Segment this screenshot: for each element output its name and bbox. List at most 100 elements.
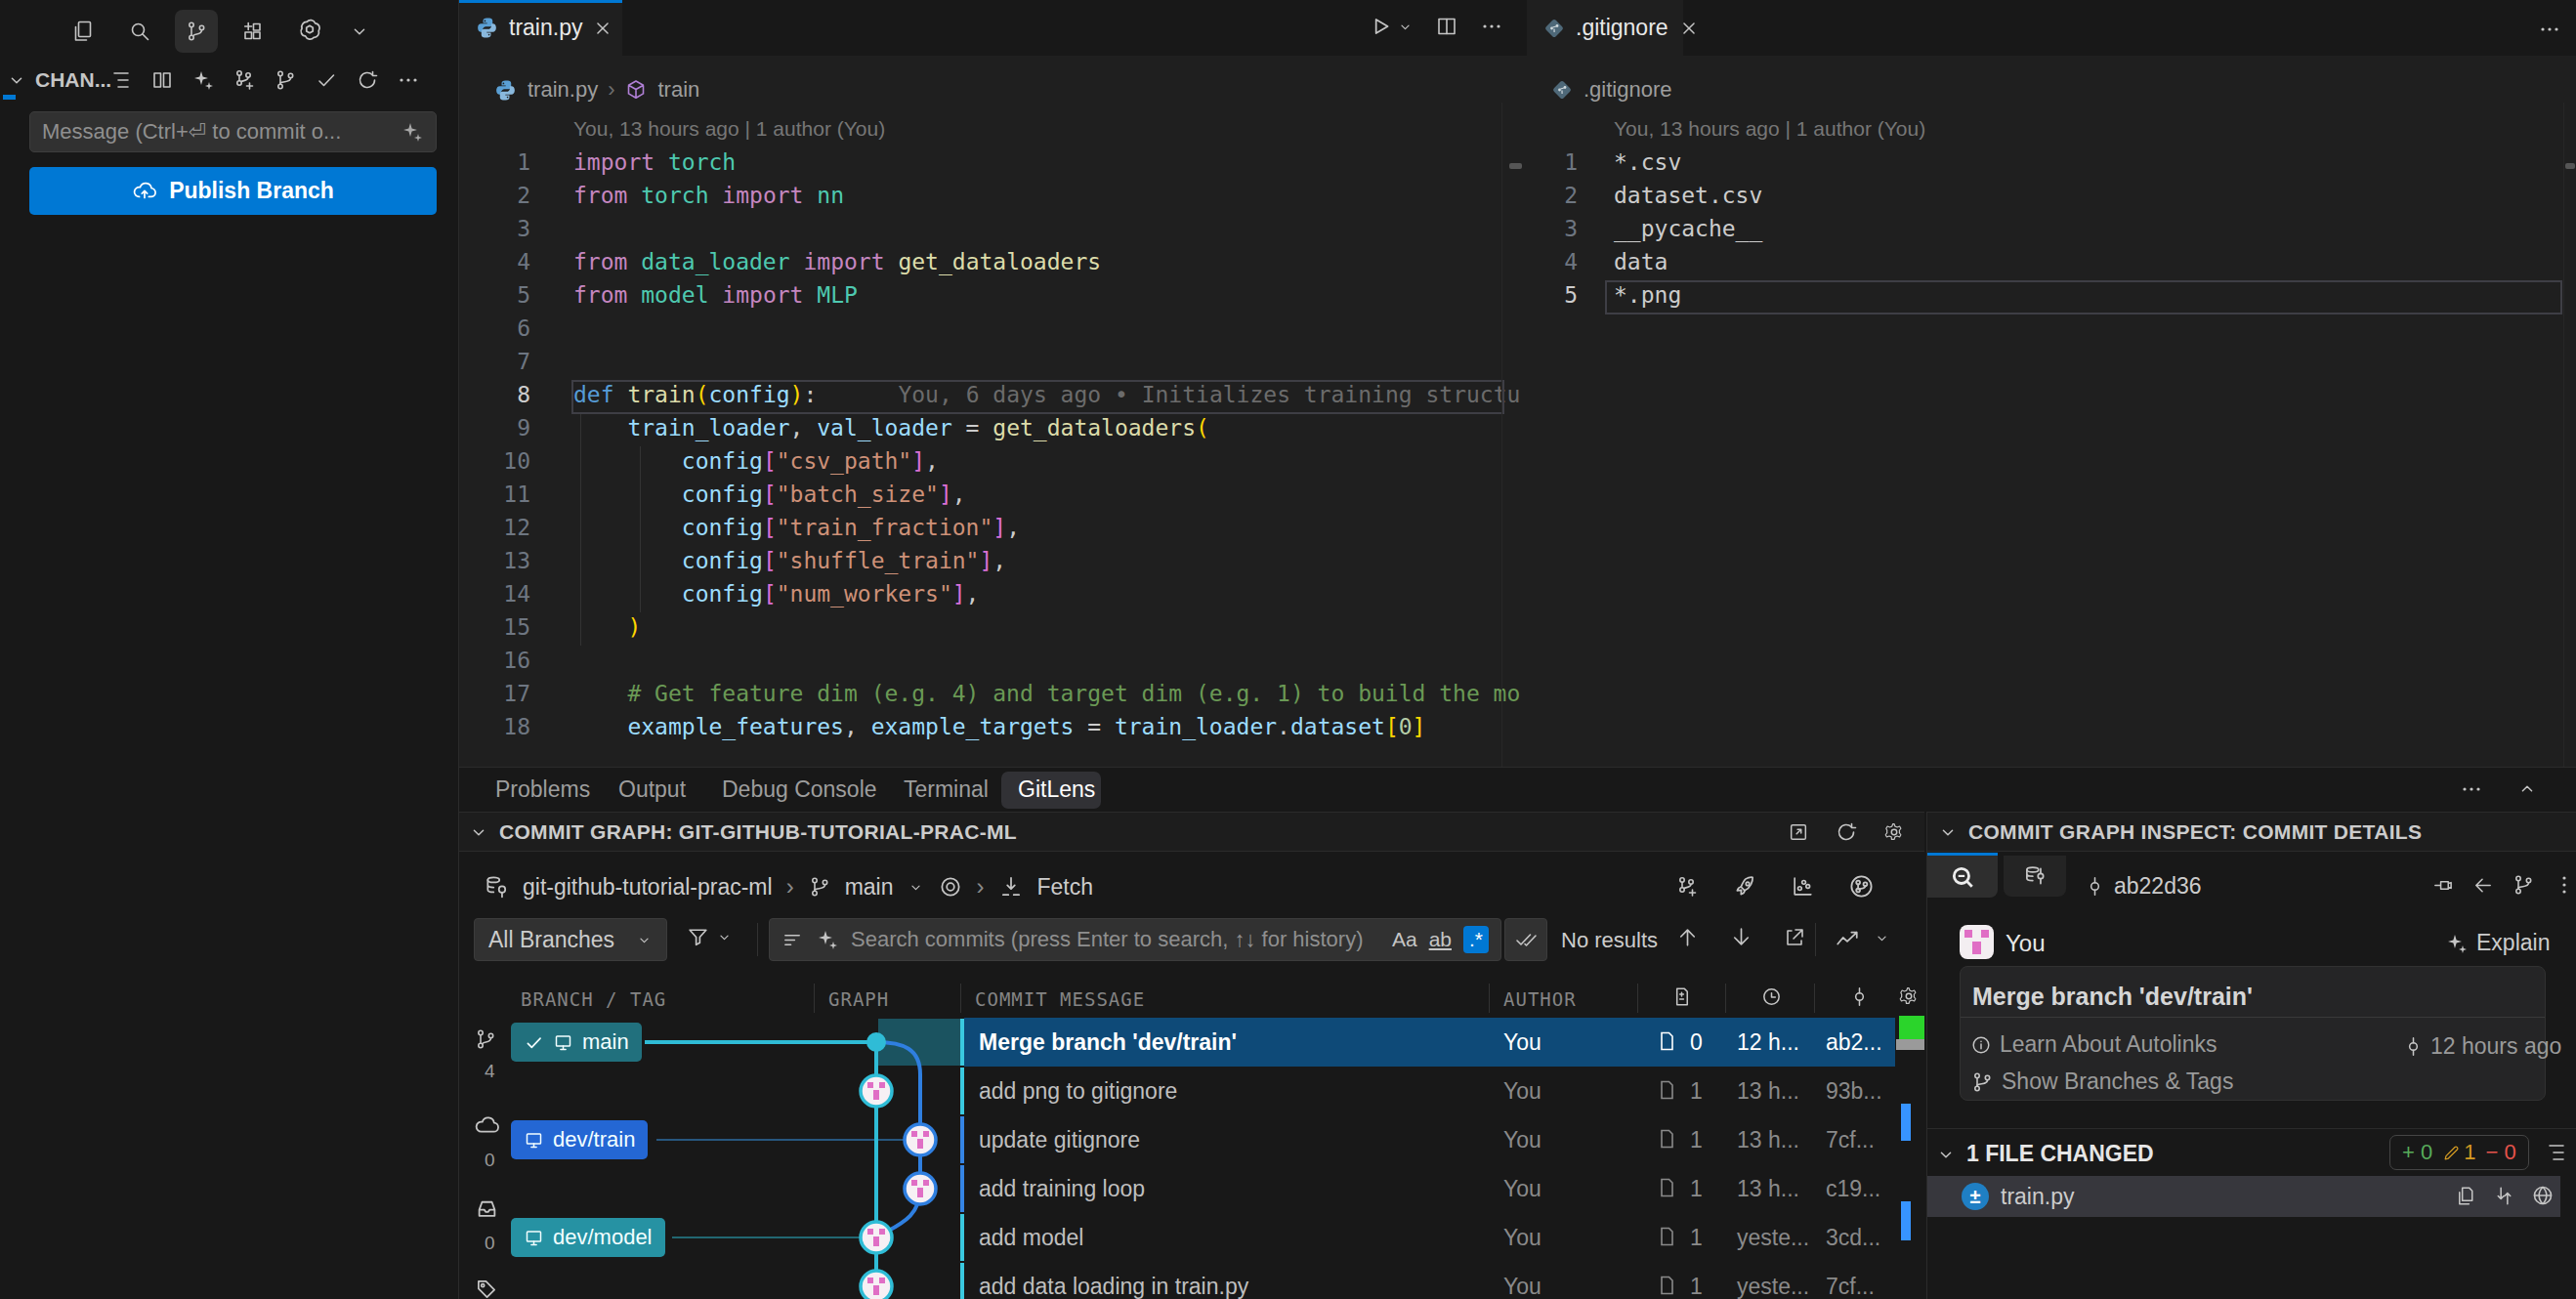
branch-pill-dev/model[interactable]: dev/model [511, 1218, 665, 1257]
chevron-down-icon[interactable] [716, 929, 733, 945]
minimap-toggle-icon[interactable] [1835, 925, 1860, 950]
scatter-graph-icon[interactable] [1791, 874, 1815, 899]
chevron-down-icon[interactable] [345, 10, 374, 53]
commit-graph-icon[interactable] [1848, 873, 1875, 900]
branches-filter-select[interactable]: All Branches [474, 918, 667, 961]
more-actions-icon[interactable] [397, 68, 420, 92]
files-icon[interactable] [62, 10, 105, 53]
generate-message-icon[interactable] [401, 120, 424, 144]
stash-icon[interactable] [474, 1195, 500, 1222]
commit-row[interactable]: dev/modeladd modelYou1yeste...3cd... [459, 1213, 1924, 1262]
sparkle-icon[interactable] [191, 68, 215, 92]
col-changes-icon[interactable] [1670, 985, 1693, 1008]
open-external-icon[interactable] [1783, 926, 1806, 949]
commit-message[interactable]: update gitignore [979, 1115, 1140, 1164]
match-case-toggle[interactable]: Aa [1392, 928, 1417, 951]
open-in-window-icon[interactable] [1788, 821, 1809, 843]
search-commits-input[interactable]: Search commits (press Enter to search, ↑… [769, 918, 1501, 961]
refresh-icon[interactable] [1835, 820, 1858, 844]
code-editor-train-py[interactable]: You, 13 hours ago | 1 author (You)1impor… [459, 112, 1527, 767]
commit-message[interactable]: add model [979, 1213, 1083, 1262]
match-word-toggle[interactable]: ab [1429, 928, 1452, 951]
create-branch-icon[interactable] [1675, 875, 1699, 899]
branch-dropdown-icon[interactable] [908, 879, 924, 896]
extensions-icon[interactable] [232, 10, 274, 53]
target-icon[interactable] [938, 874, 963, 900]
panel-tab-terminal[interactable]: Terminal [904, 768, 989, 812]
col-branch-tag[interactable]: BRANCH / TAG [521, 988, 666, 1010]
run-button[interactable] [1368, 14, 1393, 39]
breadcrumb[interactable]: .gitignore [1550, 77, 1672, 103]
commit-message[interactable]: add training loop [979, 1164, 1145, 1213]
pin-icon[interactable] [2431, 874, 2454, 897]
commit-message[interactable]: Merge branch 'dev/train' [979, 1018, 1237, 1067]
commit-row[interactable]: mainMerge branch 'dev/train'You012 h...a… [459, 1018, 1924, 1067]
branch-icon[interactable] [2512, 873, 2535, 897]
breadcrumb[interactable]: train.py › train [493, 77, 699, 103]
compare-icon[interactable] [2493, 1185, 2515, 1207]
show-branches-link[interactable]: Show Branches & Tags [1970, 1069, 2233, 1095]
branch-pill-main[interactable]: main [511, 1023, 642, 1062]
inspect-tab-search[interactable] [1927, 853, 1998, 898]
columns-icon[interactable] [150, 68, 174, 92]
autolinks-link[interactable]: Learn About Autolinks [1970, 1031, 2217, 1058]
branch-name[interactable]: main [845, 874, 894, 901]
panel-tab-problems[interactable]: Problems [495, 768, 590, 812]
source-control-icon[interactable] [175, 10, 218, 53]
commit-row[interactable]: add training loopYou113 h...c19... [459, 1164, 1924, 1213]
cloud-icon[interactable] [474, 1112, 500, 1139]
section-collapse-icon[interactable] [468, 821, 489, 843]
previous-match-icon[interactable] [1675, 925, 1700, 949]
files-collapse-icon[interactable] [1935, 1144, 1957, 1165]
editor-more-icon[interactable] [1480, 15, 1503, 38]
scrollbar-marker[interactable] [1509, 163, 1522, 169]
changed-file-row[interactable]: ± train.py [1927, 1176, 2560, 1217]
create-branch-icon[interactable] [232, 68, 256, 92]
explain-button[interactable]: Explain [2445, 930, 2550, 956]
col-settings-icon[interactable] [1898, 985, 1920, 1007]
fetch-label[interactable]: Fetch [1037, 874, 1094, 901]
close-icon[interactable] [1678, 18, 1700, 39]
col-date-icon[interactable] [1760, 985, 1783, 1008]
panel-more-icon[interactable] [2460, 777, 2483, 801]
split-editor-icon[interactable] [1435, 15, 1458, 38]
scrollbar-thumb[interactable] [1896, 1039, 1924, 1050]
view-as-tree-icon[interactable] [2545, 1141, 2568, 1164]
changes-collapse-icon[interactable] [6, 69, 27, 91]
panel-close-icon[interactable] [2571, 778, 2576, 800]
commit-row[interactable]: add data loading in train.pyYou1yeste...… [459, 1262, 1924, 1299]
inspect-tab-layers[interactable] [2004, 856, 2066, 897]
close-icon[interactable] [592, 18, 613, 39]
back-icon[interactable] [2471, 874, 2494, 897]
run-dropdown-icon[interactable] [1397, 19, 1414, 35]
filter-icon[interactable] [686, 925, 710, 949]
chevron-down-icon[interactable] [1874, 930, 1890, 946]
search-icon[interactable] [118, 10, 161, 53]
commit-row[interactable]: dev/trainupdate gitignoreYou113 h...7cf.… [459, 1115, 1924, 1164]
tab-train-py[interactable]: train.py [459, 0, 622, 56]
breadcrumb-file[interactable]: .gitignore [1584, 77, 1672, 103]
globe-icon[interactable] [2531, 1184, 2555, 1207]
repo-name[interactable]: git-github-tutorial-prac-ml [523, 874, 773, 901]
panel-tab-debug-console[interactable]: Debug Console [722, 768, 877, 812]
scrollbar-marker[interactable] [2565, 163, 2575, 169]
commit-sha[interactable]: ab22d36 [2114, 873, 2202, 900]
tag-icon[interactable] [474, 1277, 499, 1299]
next-match-icon[interactable] [1729, 925, 1753, 949]
col-commit-message[interactable]: COMMIT MESSAGE [975, 988, 1145, 1010]
view-as-tree-icon[interactable] [109, 68, 133, 92]
publish-branch-button[interactable]: Publish Branch [29, 167, 437, 215]
branch-pill-dev/train[interactable]: dev/train [511, 1120, 648, 1159]
commit-message-input[interactable]: Message (Ctrl+⏎ to commit o... [29, 111, 437, 152]
settings-icon[interactable] [1883, 821, 1905, 843]
rocket-icon[interactable] [1732, 874, 1757, 900]
fetch-icon[interactable] [998, 874, 1024, 900]
code-editor-gitignore[interactable]: You, 13 hours ago | 1 author (You)1*.csv… [1527, 112, 2576, 767]
commit-message[interactable]: add data loading in train.py [979, 1262, 1248, 1299]
regex-toggle[interactable]: .* [1463, 926, 1489, 953]
col-sha-icon[interactable] [1848, 985, 1871, 1008]
open-file-icon[interactable] [2455, 1185, 2477, 1207]
branch-icon[interactable] [274, 68, 297, 92]
col-graph[interactable]: GRAPH [828, 988, 889, 1010]
commit-row[interactable]: add png to gitignoreYou113 h...93b... [459, 1067, 1924, 1115]
